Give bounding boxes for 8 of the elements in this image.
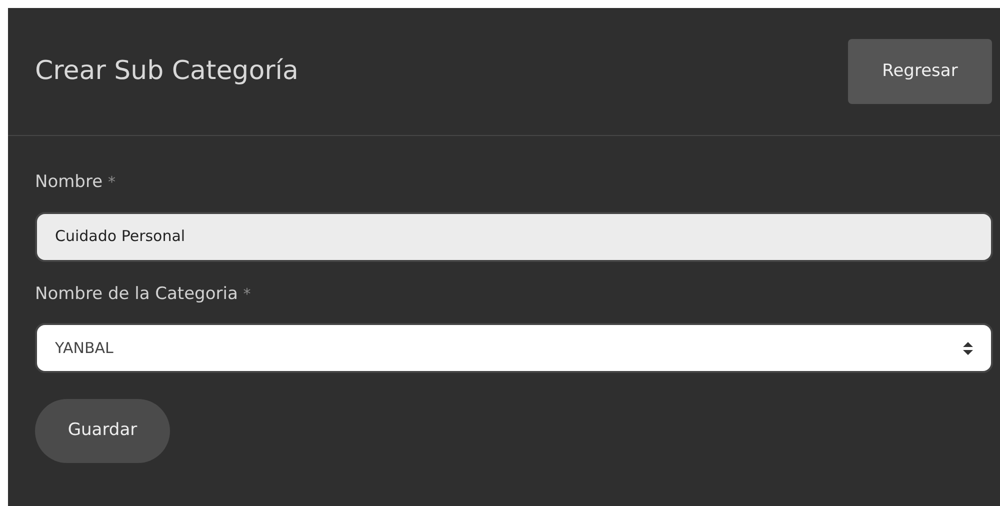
save-button[interactable]: Guardar <box>35 399 170 463</box>
category-select[interactable]: YANBAL <box>35 323 993 373</box>
page-title: Crear Sub Categoría <box>35 56 298 88</box>
field-label: Nombre de la Categoria * <box>35 282 251 306</box>
field-label: Nombre * <box>35 171 116 194</box>
select-arrows-icon <box>963 342 973 354</box>
name-input[interactable]: Cuidado Personal <box>35 212 993 262</box>
back-button[interactable]: Regresar <box>848 39 992 104</box>
